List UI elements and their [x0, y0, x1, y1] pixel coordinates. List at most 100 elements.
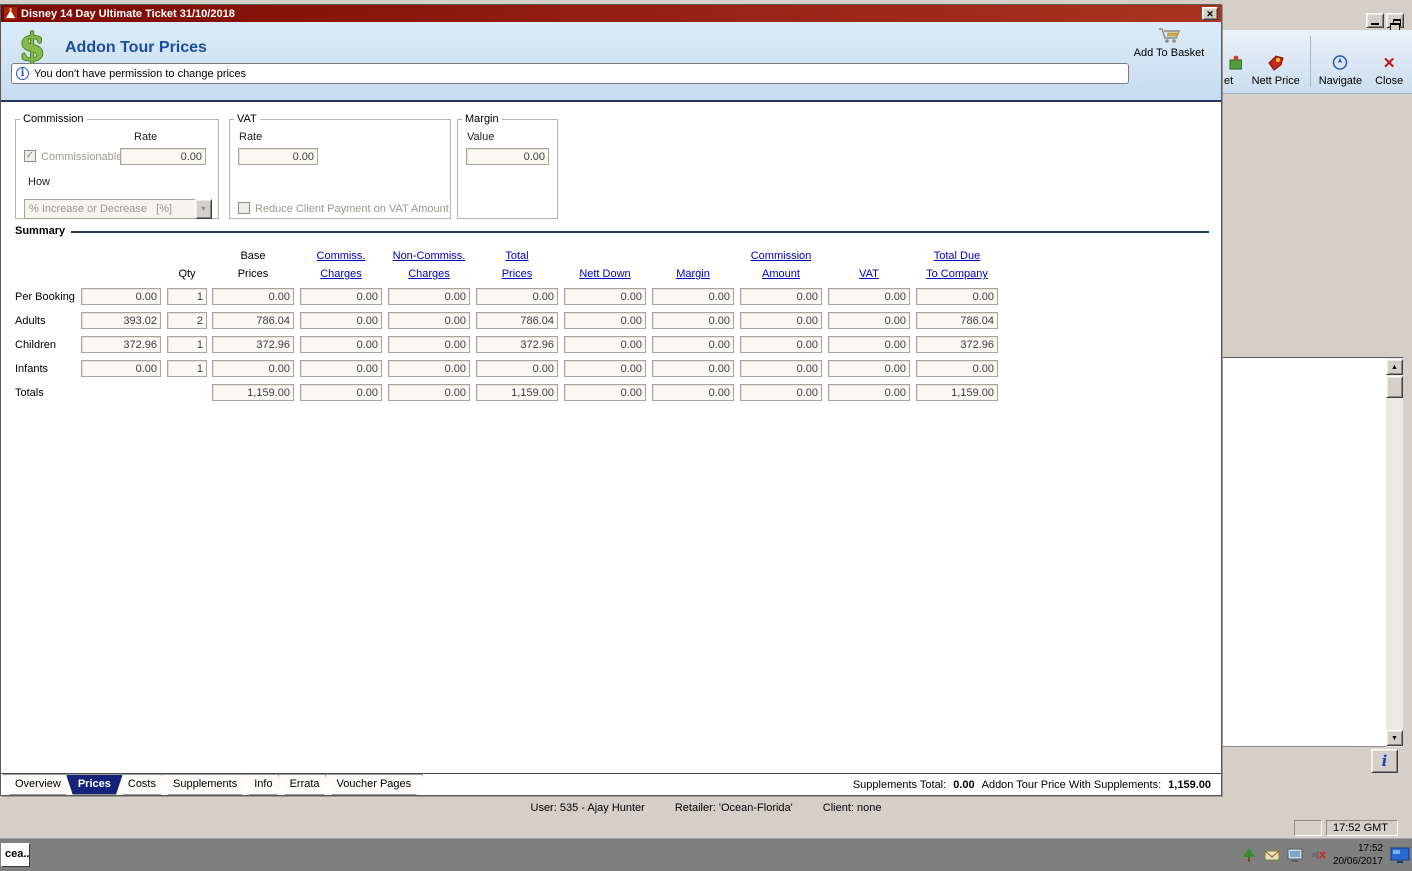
cell-total-prices[interactable]: 0.00 — [476, 288, 558, 305]
scroll-thumb[interactable] — [1386, 376, 1403, 398]
minimize-button[interactable] — [1366, 13, 1384, 28]
cell-unit-price[interactable]: 372.96 — [81, 336, 161, 353]
tab-supplements[interactable]: Supplements — [161, 774, 249, 795]
cell-base[interactable]: 0.00 — [212, 360, 294, 377]
cell-commiss-charges[interactable]: 0.00 — [300, 360, 382, 377]
dropdown-arrow-icon[interactable]: ▼ — [195, 199, 212, 219]
cell-vat[interactable]: 0.00 — [828, 384, 910, 401]
cell-total-prices[interactable]: 372.96 — [476, 336, 558, 353]
margin-value-field[interactable]: 0.00 — [466, 148, 549, 165]
col-commission-amount-2[interactable]: Amount — [740, 268, 822, 282]
cell-base[interactable]: 0.00 — [212, 288, 294, 305]
cell-unit-price[interactable]: 0.00 — [81, 288, 161, 305]
tab-overview[interactable]: Overview — [3, 774, 73, 795]
cell-base[interactable]: 786.04 — [212, 312, 294, 329]
cell-margin[interactable]: 0.00 — [652, 336, 734, 353]
cell-unit-price[interactable]: 0.00 — [81, 360, 161, 377]
vat-rate-field[interactable]: 0.00 — [238, 148, 318, 165]
tab-prices[interactable]: Prices — [66, 774, 123, 795]
cell-total-prices[interactable]: 0.00 — [476, 360, 558, 377]
cell-noncommiss-charges[interactable]: 0.00 — [388, 384, 470, 401]
cell-nett-down[interactable]: 0.00 — [564, 312, 646, 329]
cell-commiss-charges[interactable]: 0.00 — [300, 336, 382, 353]
col-nett-down[interactable]: Nett Down — [564, 268, 646, 282]
tab-costs[interactable]: Costs — [116, 774, 168, 795]
cell-commission-amount[interactable]: 0.00 — [740, 312, 822, 329]
commission-rate-field[interactable]: 0.00 — [120, 148, 206, 165]
dialog-titlebar[interactable]: Disney 14 Day Ultimate Ticket 31/10/2018… — [1, 5, 1221, 22]
cell-margin[interactable]: 0.00 — [652, 312, 734, 329]
reduce-vat-checkbox[interactable] — [238, 202, 250, 214]
tray-mail-icon[interactable] — [1264, 847, 1280, 863]
cell-vat[interactable]: 0.00 — [828, 288, 910, 305]
cell-commiss-charges[interactable]: 0.00 — [300, 384, 382, 401]
tray-tree-icon[interactable] — [1241, 847, 1257, 863]
cell-total-due[interactable]: 786.04 — [916, 312, 998, 329]
cell-base[interactable]: 1,159.00 — [212, 384, 294, 401]
cell-commission-amount[interactable]: 0.00 — [740, 384, 822, 401]
cell-base[interactable]: 372.96 — [212, 336, 294, 353]
cell-total-due[interactable]: 372.96 — [916, 336, 998, 353]
cell-noncommiss-charges[interactable]: 0.00 — [388, 312, 470, 329]
cell-total-due[interactable]: 0.00 — [916, 288, 998, 305]
col-commission-amount[interactable]: Commission — [740, 250, 822, 264]
col-total-due-2[interactable]: To Company — [916, 268, 998, 282]
cell-nett-down[interactable]: 0.00 — [564, 336, 646, 353]
cell-vat[interactable]: 0.00 — [828, 312, 910, 329]
cell-nett-down[interactable]: 0.00 — [564, 288, 646, 305]
cell-qty[interactable]: 1 — [167, 336, 207, 353]
dialog-close-button[interactable]: ✕ — [1202, 7, 1218, 20]
tab-voucher-pages[interactable]: Voucher Pages — [325, 774, 424, 795]
vertical-scrollbar[interactable]: ▲ ▼ — [1386, 357, 1403, 747]
taskbar-task-button[interactable]: cea... — [1, 843, 30, 867]
commissionable-checkbox[interactable]: ✓ — [24, 150, 36, 162]
navigate-button[interactable]: Navigate — [1315, 30, 1367, 93]
cell-margin[interactable]: 0.00 — [652, 288, 734, 305]
col-noncommiss-charges-2[interactable]: Charges — [388, 268, 470, 282]
scroll-down-button[interactable]: ▼ — [1386, 730, 1403, 746]
nett-price-button[interactable]: Nett Price — [1246, 30, 1306, 93]
col-total-prices[interactable]: Total — [476, 250, 558, 264]
cell-total-prices[interactable]: 1,159.00 — [476, 384, 558, 401]
cell-vat[interactable]: 0.00 — [828, 360, 910, 377]
cell-noncommiss-charges[interactable]: 0.00 — [388, 288, 470, 305]
cell-total-due[interactable]: 1,159.00 — [916, 384, 998, 401]
tray-network-display-icon[interactable] — [1390, 847, 1410, 864]
tray-display-icon[interactable] — [1287, 847, 1303, 863]
cell-margin[interactable]: 0.00 — [652, 384, 734, 401]
cell-commission-amount[interactable]: 0.00 — [740, 360, 822, 377]
col-total-prices-2[interactable]: Prices — [476, 268, 558, 282]
cell-commiss-charges[interactable]: 0.00 — [300, 312, 382, 329]
col-total-due[interactable]: Total Due — [916, 250, 998, 264]
restore-button[interactable] — [1386, 13, 1404, 33]
scroll-up-button[interactable]: ▲ — [1386, 359, 1403, 375]
col-commiss-charges-2[interactable]: Charges — [300, 268, 382, 282]
tray-volume-muted-icon[interactable] — [1310, 847, 1326, 863]
cell-qty[interactable]: 1 — [167, 288, 207, 305]
how-dropdown[interactable]: % Increase or Decrease [%] ▼ — [24, 199, 212, 219]
cell-margin[interactable]: 0.00 — [652, 360, 734, 377]
cell-vat[interactable]: 0.00 — [828, 336, 910, 353]
cell-commiss-charges[interactable]: 0.00 — [300, 288, 382, 305]
cell-total-due[interactable]: 0.00 — [916, 360, 998, 377]
cell-qty[interactable]: 1 — [167, 360, 207, 377]
cell-unit-price[interactable]: 393.02 — [81, 312, 161, 329]
tab-errata[interactable]: Errata — [278, 774, 332, 795]
add-to-basket-button[interactable]: Add To Basket — [1131, 27, 1207, 59]
cell-total-prices[interactable]: 786.04 — [476, 312, 558, 329]
col-vat[interactable]: VAT — [828, 268, 910, 282]
col-commiss-charges[interactable]: Commiss. — [300, 250, 382, 264]
cell-nett-down[interactable]: 0.00 — [564, 384, 646, 401]
basket-button-partial[interactable]: et — [1222, 30, 1246, 93]
col-noncommiss-charges[interactable]: Non-Commiss. — [388, 250, 470, 264]
cell-qty[interactable]: 2 — [167, 312, 207, 329]
close-button[interactable]: ✕ Close — [1366, 30, 1412, 93]
tab-info[interactable]: Info — [242, 774, 284, 795]
cell-commission-amount[interactable]: 0.00 — [740, 288, 822, 305]
cell-noncommiss-charges[interactable]: 0.00 — [388, 336, 470, 353]
tray-clock[interactable]: 17:52 20/06/2017 — [1333, 842, 1383, 868]
col-margin[interactable]: Margin — [652, 268, 734, 282]
cell-nett-down[interactable]: 0.00 — [564, 360, 646, 377]
info-button[interactable]: i — [1371, 749, 1398, 773]
cell-commission-amount[interactable]: 0.00 — [740, 336, 822, 353]
